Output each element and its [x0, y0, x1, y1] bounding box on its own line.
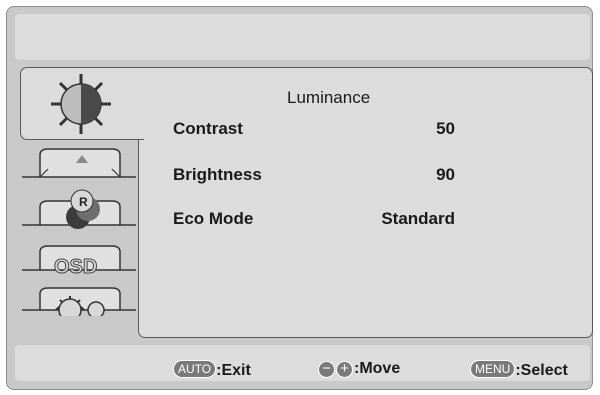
menu-key-icon: MENU: [470, 360, 516, 378]
select-hint: MENU:Select: [470, 360, 568, 380]
move-hint-text: :Move: [354, 360, 401, 377]
brightness-value: 90: [436, 165, 455, 184]
color-temp-icon: R: [22, 189, 136, 229]
contrast-value: 50: [436, 119, 455, 138]
brightness-label[interactable]: Brightness: [173, 165, 262, 185]
tab-color[interactable]: R: [20, 187, 138, 229]
exit-hint-text: :Exit: [216, 362, 251, 379]
move-hint: − +:Move: [318, 360, 400, 378]
svg-text:OSD: OSD: [54, 256, 97, 276]
section-title: Luminance: [287, 88, 371, 107]
eco-mode-label[interactable]: Eco Mode: [173, 209, 253, 229]
plus-key-icon: +: [336, 361, 353, 378]
luminance-icon: [51, 74, 111, 134]
contrast-label[interactable]: Contrast: [173, 119, 243, 139]
minus-key-icon: −: [318, 361, 335, 378]
exit-hint: AUTO:Exit: [173, 360, 251, 380]
eco-mode-value: Standard: [381, 209, 455, 228]
tab-image-setup[interactable]: [20, 145, 138, 183]
osd-title-bar: [15, 14, 590, 60]
auto-key-icon: AUTO: [173, 360, 217, 378]
tab-osd[interactable]: OSD: [20, 240, 138, 278]
tab-extra[interactable]: [20, 280, 138, 318]
extra-settings-icon: [22, 287, 136, 316]
image-setup-icon: [22, 148, 136, 178]
osd-setup-icon: OSD: [22, 245, 136, 276]
select-hint-text: :Select: [515, 362, 568, 379]
svg-text:R: R: [79, 195, 88, 209]
tab-luminance[interactable]: [20, 67, 144, 140]
